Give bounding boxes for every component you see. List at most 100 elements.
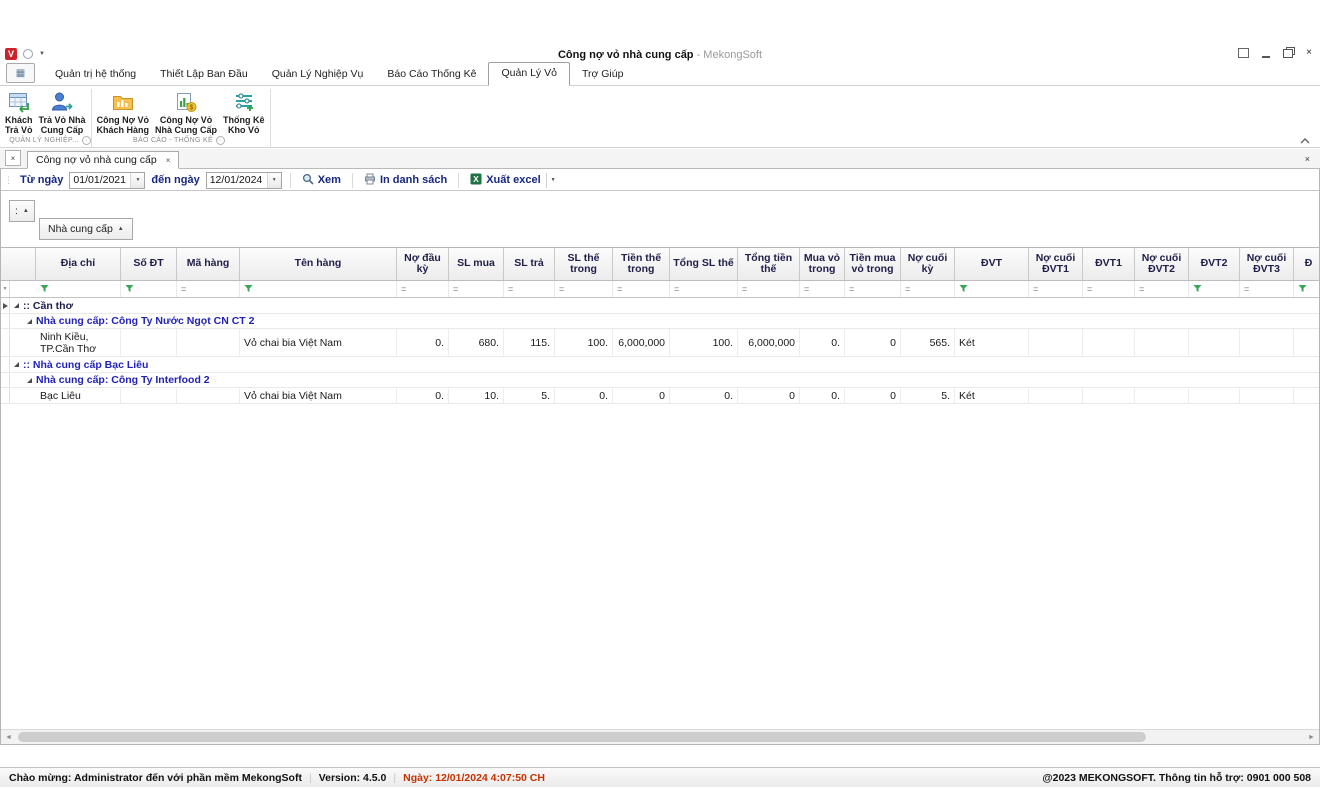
filter-cell-12[interactable]: = [800, 281, 845, 297]
to-date-dropdown-icon[interactable]: ▼ [267, 173, 281, 188]
document-tab-active[interactable]: Công nợ vỏ nhà cung cấp × [27, 151, 179, 169]
data-cell[interactable] [1189, 388, 1240, 403]
expand-collapse-icon[interactable] [23, 314, 36, 328]
column-header-6[interactable]: SL mua [449, 248, 504, 280]
data-cell[interactable]: 115. [504, 329, 555, 356]
expand-collapse-icon[interactable] [10, 298, 23, 313]
to-date-input[interactable]: 12/01/2024 ▼ [206, 172, 282, 189]
data-cell[interactable]: Vỏ chai bia Việt Nam [240, 329, 397, 356]
close-document-icon[interactable]: × [1305, 154, 1310, 164]
column-header-12[interactable]: Mua vỏ trong [800, 248, 845, 280]
data-cell[interactable]: Vỏ chai bia Việt Nam [240, 388, 397, 403]
filter-cell-17[interactable]: = [1083, 281, 1135, 297]
expand-collapse-icon[interactable] [23, 373, 36, 387]
scroll-right-icon[interactable]: ► [1304, 730, 1319, 744]
close-tab-icon[interactable]: × [166, 156, 171, 165]
data-cell[interactable]: 0. [397, 388, 449, 403]
quick-access-caret-icon[interactable]: ▼ [39, 51, 45, 57]
filter-cell-20[interactable]: = [1240, 281, 1294, 297]
data-cell[interactable]: 565. [901, 329, 955, 356]
data-cell[interactable] [1029, 329, 1083, 356]
expand-collapse-icon[interactable] [10, 357, 23, 372]
column-header-8[interactable]: SL thế trong [555, 248, 613, 280]
filter-cell-15[interactable] [955, 281, 1029, 297]
data-cell[interactable]: Két [955, 388, 1029, 403]
group-row-level1[interactable]: :: Cần thơ [1, 298, 1319, 314]
data-cell[interactable] [121, 329, 177, 356]
data-cell[interactable]: Két [955, 329, 1029, 356]
ribbon-collapse-icon[interactable] [1300, 136, 1310, 148]
column-header-3[interactable]: Mã hàng [177, 248, 240, 280]
data-cell[interactable]: 0. [800, 388, 845, 403]
close-window-icon[interactable]: × [1306, 48, 1312, 58]
data-cell[interactable]: 5. [504, 388, 555, 403]
ribbon-tab-1[interactable]: Quản trị hệ thống [43, 64, 148, 85]
column-header-17[interactable]: ĐVT1 [1083, 248, 1135, 280]
ribbon-button-tra-vo-nha-cung-cap[interactable]: Trả Vỏ NhàCung Cấp [36, 89, 89, 135]
data-cell[interactable]: 0 [613, 388, 670, 403]
column-header-13[interactable]: Tiền mua vỏ trong [845, 248, 901, 280]
data-cell[interactable] [177, 388, 240, 403]
data-cell[interactable]: 0 [845, 329, 901, 356]
horizontal-scrollbar[interactable]: ◄ ► [1, 729, 1319, 744]
column-header-10[interactable]: Tổng SL thế [670, 248, 738, 280]
data-cell[interactable]: 100. [670, 329, 738, 356]
data-cell[interactable] [1135, 388, 1189, 403]
column-header-7[interactable]: SL trả [504, 248, 555, 280]
fullscreen-icon[interactable] [1238, 48, 1249, 58]
filter-cell-1[interactable] [36, 281, 121, 297]
ribbon-button-thong-ke-kho-vo[interactable]: Thống KêKho Vỏ [220, 89, 268, 135]
data-cell[interactable] [1135, 329, 1189, 356]
data-cell[interactable] [1189, 329, 1240, 356]
data-cell[interactable]: 10. [449, 388, 504, 403]
restore-icon[interactable] [1283, 49, 1293, 58]
data-cell[interactable]: Bạc Liêu [36, 388, 121, 403]
app-logo-icon[interactable]: V [5, 48, 17, 60]
dialog-launcher-icon[interactable]: ◦ [82, 136, 91, 145]
group-row-level2[interactable]: Nhà cung cấp: Công Ty Interfood 2 [1, 373, 1319, 388]
data-cell[interactable] [1029, 388, 1083, 403]
column-header-11[interactable]: Tổng tiền thế [738, 248, 800, 280]
group-row-level1[interactable]: :: Nhà cung cấp Bạc Liêu [1, 357, 1319, 373]
column-header-2[interactable]: Số ĐT [121, 248, 177, 280]
from-date-dropdown-icon[interactable]: ▼ [130, 173, 144, 188]
data-cell[interactable]: 0. [670, 388, 738, 403]
column-header-21[interactable]: Đ [1294, 248, 1319, 280]
view-button[interactable]: Xem [299, 173, 344, 188]
filter-cell-16[interactable]: = [1029, 281, 1083, 297]
filter-cell-4[interactable] [240, 281, 397, 297]
ribbon-tab-5[interactable]: Quản Lý Vỏ [488, 62, 569, 86]
filter-cell-2[interactable] [121, 281, 177, 297]
group-chip-area[interactable]: : ▲ [9, 200, 35, 222]
filter-cell-21[interactable] [1294, 281, 1319, 297]
data-cell[interactable]: 5. [901, 388, 955, 403]
filter-cell-19[interactable] [1189, 281, 1240, 297]
data-cell[interactable]: 0. [397, 329, 449, 356]
column-header-19[interactable]: ĐVT2 [1189, 248, 1240, 280]
column-header-18[interactable]: Nợ cuối ĐVT2 [1135, 248, 1189, 280]
filter-cell-8[interactable]: = [555, 281, 613, 297]
filter-cell-9[interactable]: = [613, 281, 670, 297]
column-header-15[interactable]: ĐVT [955, 248, 1029, 280]
filter-cell-18[interactable]: = [1135, 281, 1189, 297]
ribbon-tab-2[interactable]: Thiết Lập Ban Đầu [148, 64, 260, 85]
data-cell[interactable]: 680. [449, 329, 504, 356]
data-cell[interactable] [177, 329, 240, 356]
from-date-value[interactable]: 01/01/2021 [70, 174, 130, 186]
ribbon-tab-4[interactable]: Báo Cáo Thống Kê [375, 64, 488, 85]
close-all-documents-icon[interactable]: × [5, 150, 21, 166]
print-list-button[interactable]: In danh sách [361, 173, 450, 188]
filter-cell-11[interactable]: = [738, 281, 800, 297]
column-header-9[interactable]: Tiền thế trong [613, 248, 670, 280]
column-header-4[interactable]: Tên hàng [240, 248, 397, 280]
column-header-1[interactable]: Địa chỉ [36, 248, 121, 280]
ribbon-tab-6[interactable]: Trợ Giúp [570, 64, 636, 85]
data-row[interactable]: Bạc LiêuVỏ chai bia Việt Nam0.10.5.0.00.… [1, 388, 1319, 404]
data-cell[interactable] [1294, 388, 1319, 403]
column-header-5[interactable]: Nợ đầu kỳ [397, 248, 449, 280]
group-row-level2[interactable]: Nhà cung cấp: Công Ty Nước Ngọt CN CT 2 [1, 314, 1319, 329]
to-date-value[interactable]: 12/01/2024 [207, 174, 267, 186]
ribbon-button-cong-no-vo-khach-hang[interactable]: Công Nợ VỏKhách Hàng [94, 89, 153, 135]
filter-cell-10[interactable]: = [670, 281, 738, 297]
data-cell[interactable] [1083, 388, 1135, 403]
